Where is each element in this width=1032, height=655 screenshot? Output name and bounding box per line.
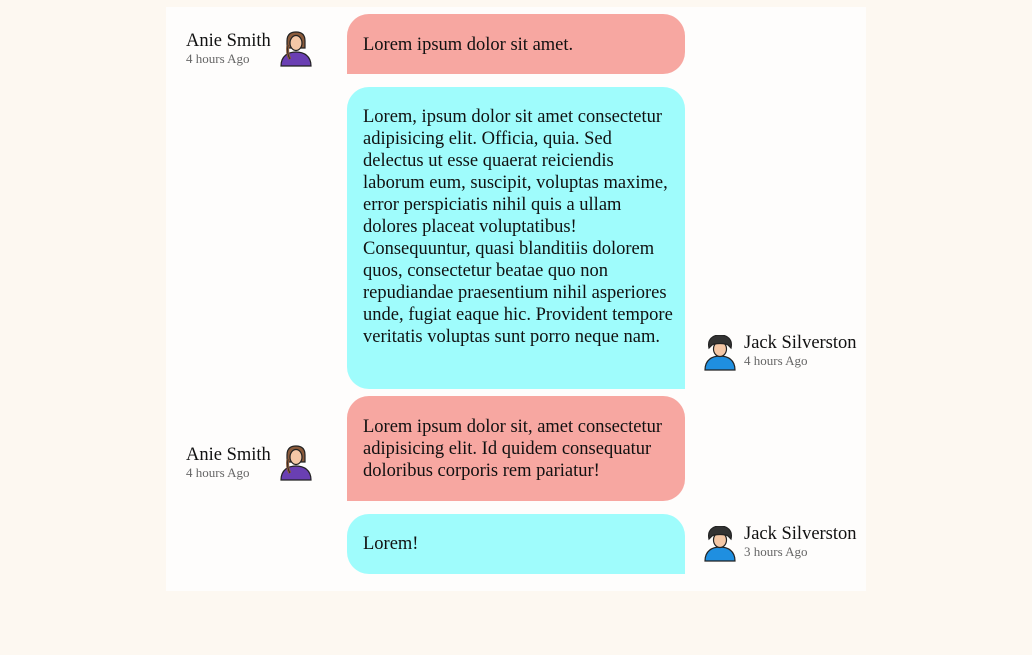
sender-info: Jack Silverston 4 hours Ago	[744, 332, 857, 369]
man-avatar-icon	[704, 335, 736, 371]
message-time: 3 hours Ago	[744, 544, 808, 559]
message-bubble: Lorem ipsum dolor sit, amet consectetur …	[347, 396, 685, 501]
sender-name: Anie Smith	[186, 31, 271, 51]
message-bubble: Lorem ipsum dolor sit amet.	[347, 14, 685, 74]
message-bubble: Lorem!	[347, 514, 685, 574]
woman-avatar-icon	[280, 31, 312, 67]
message-text: Lorem!	[363, 534, 419, 554]
message-text: Lorem, ipsum dolor sit amet consectetur …	[363, 107, 673, 347]
message-row: Lorem, ipsum dolor sit amet consectetur …	[166, 87, 866, 389]
message-time: 4 hours Ago	[744, 353, 808, 368]
message-text: Lorem ipsum dolor sit, amet consectetur …	[363, 417, 663, 481]
message-time: 4 hours Ago	[186, 465, 250, 480]
man-avatar-icon	[704, 526, 736, 562]
sender-info: Anie Smith 4 hours Ago	[186, 30, 271, 67]
sender-name: Jack Silverston	[744, 524, 857, 544]
sender-info: Anie Smith 4 hours Ago	[186, 444, 271, 481]
message-row: Anie Smith 4 hours Ago Lorem ipsum dolor…	[166, 14, 866, 74]
sender-name: Anie Smith	[186, 445, 271, 465]
message-time: 4 hours Ago	[186, 51, 250, 66]
message-text: Lorem ipsum dolor sit amet.	[363, 35, 574, 55]
message-row: Anie Smith 4 hours Ago Lorem ipsum dolor…	[166, 396, 866, 501]
chat-panel: Anie Smith 4 hours Ago Lorem ipsum dolor…	[166, 7, 866, 591]
message-row: Lorem! Jack Silverston 3 hours Ago	[166, 514, 866, 574]
message-bubble: Lorem, ipsum dolor sit amet consectetur …	[347, 87, 685, 389]
sender-info: Jack Silverston 3 hours Ago	[744, 523, 857, 560]
woman-avatar-icon	[280, 445, 312, 481]
sender-name: Jack Silverston	[744, 333, 857, 353]
